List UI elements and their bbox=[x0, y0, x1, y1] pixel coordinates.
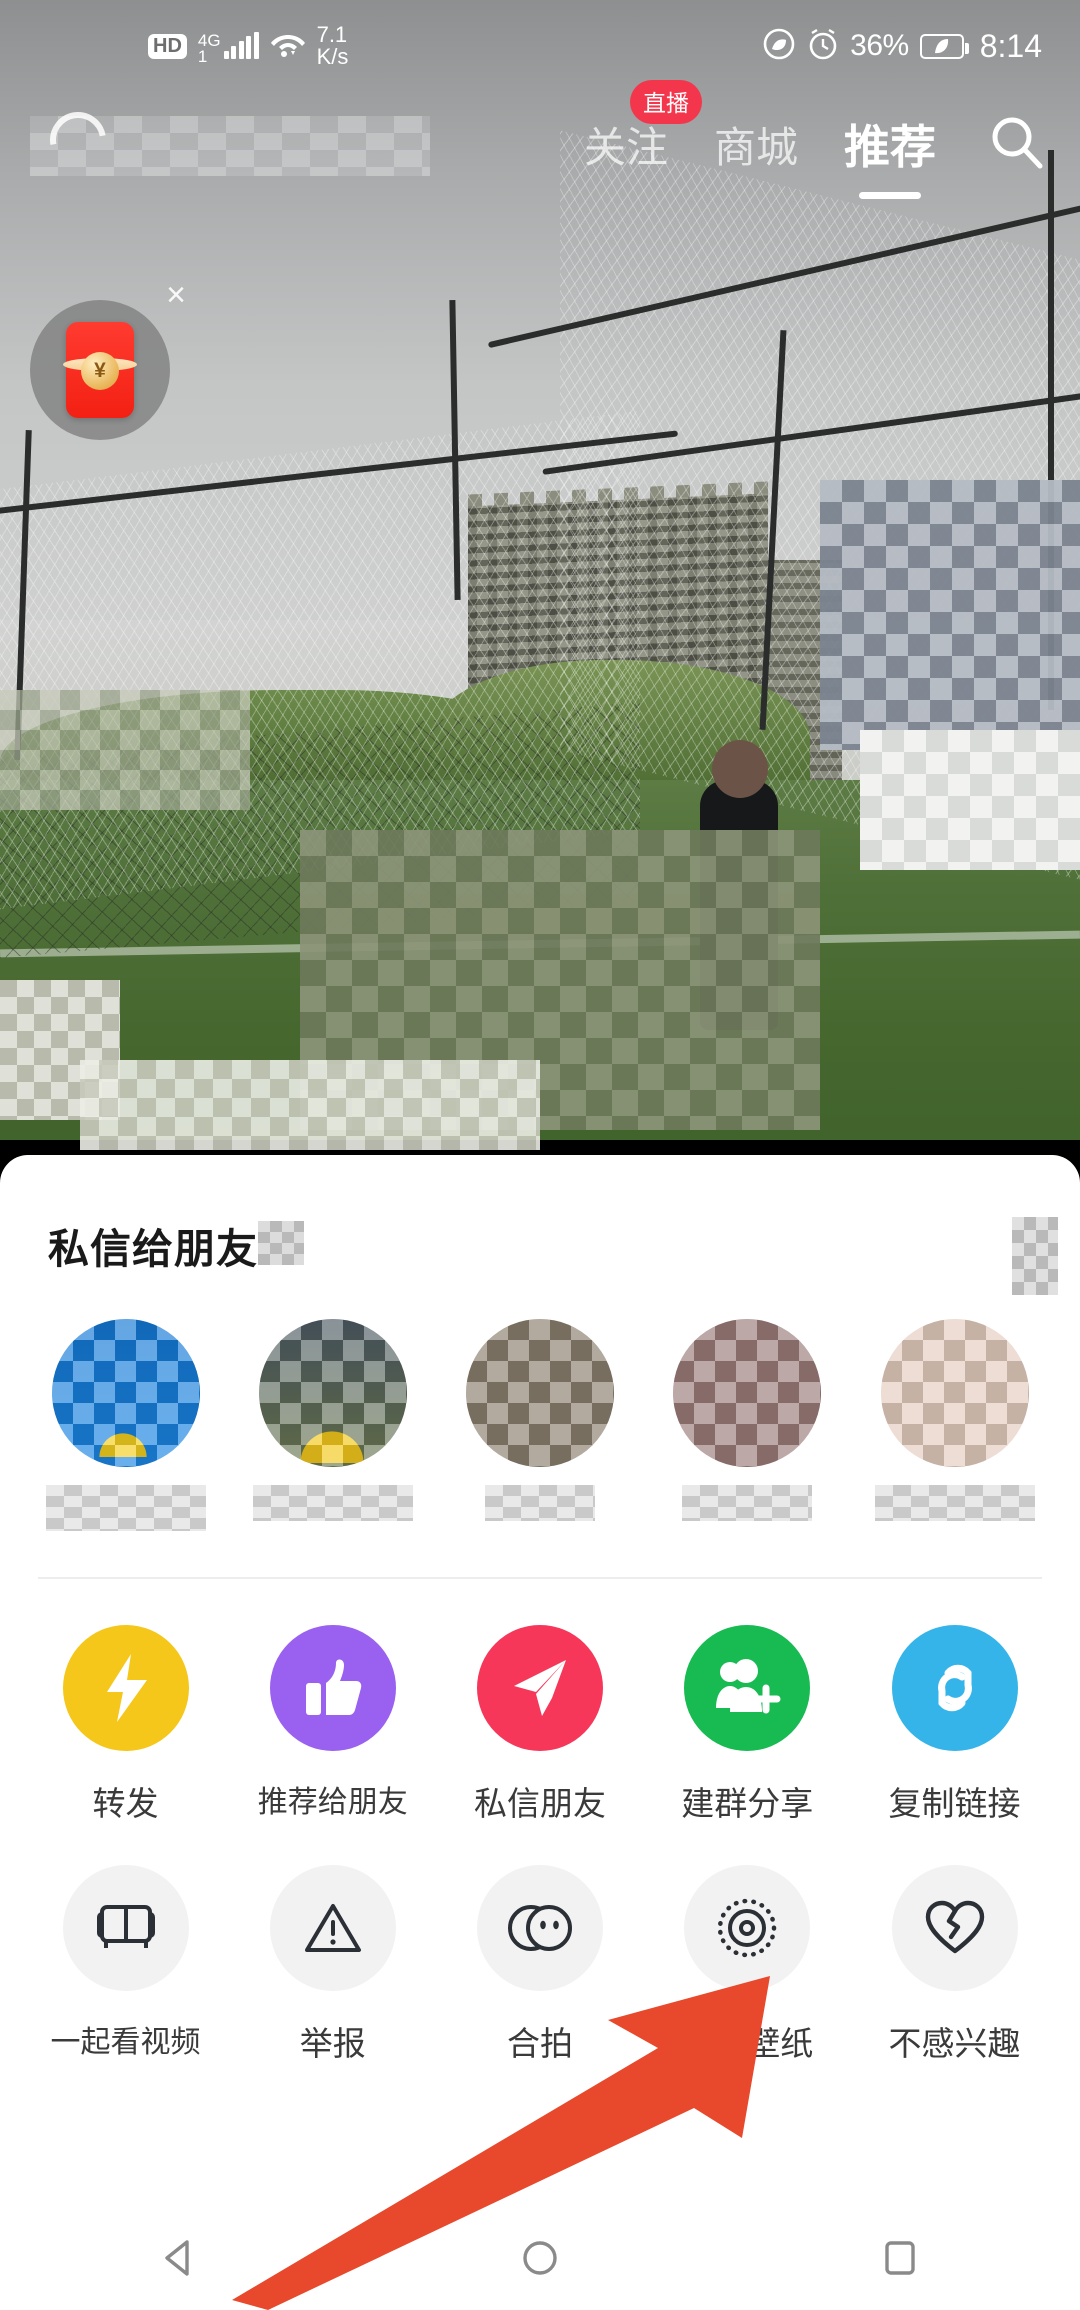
lightning-icon bbox=[62, 1625, 189, 1751]
avatar[interactable] bbox=[673, 1319, 822, 1467]
action-forward[interactable]: 转发 bbox=[38, 1625, 213, 1825]
action-label: 私信朋友 bbox=[474, 1785, 606, 1822]
thumbs-up-icon bbox=[269, 1625, 396, 1751]
warning-triangle-icon bbox=[269, 1865, 396, 1991]
friend-name-redacted bbox=[682, 1485, 813, 1521]
avatar[interactable] bbox=[258, 1319, 407, 1467]
paper-plane-icon bbox=[477, 1625, 603, 1751]
action-duet[interactable]: 合拍 bbox=[453, 1865, 628, 2065]
friend-name-redacted bbox=[874, 1485, 1035, 1521]
tab-mall[interactable]: 商城 bbox=[714, 114, 798, 175]
friend-item[interactable] bbox=[867, 1319, 1042, 1531]
signal-bars bbox=[223, 32, 259, 59]
eye-care-icon bbox=[762, 27, 796, 66]
action-label: 复制链接 bbox=[888, 1785, 1021, 1822]
action-recommend-to-friend[interactable]: 推荐给朋友 bbox=[245, 1625, 420, 1825]
mosaic-censor-block bbox=[0, 690, 250, 810]
action-label: 转发 bbox=[92, 1785, 159, 1822]
home-circle-icon[interactable] bbox=[516, 2234, 564, 2282]
action-label: 一起看视频 bbox=[50, 2026, 201, 2059]
tab-recommend-label: 推荐 bbox=[844, 121, 936, 173]
signal-label-bottom: 1 bbox=[197, 47, 208, 67]
avatar-mosaic bbox=[258, 1319, 407, 1467]
share-actions-row-1: 转发 推荐给朋友 私信朋友 建群分享 复制链接 bbox=[0, 1579, 1080, 1825]
friend-item[interactable] bbox=[245, 1319, 420, 1531]
action-not-interested[interactable]: 不感兴趣 bbox=[867, 1865, 1042, 2065]
mosaic-censor-block bbox=[820, 480, 1080, 750]
person-head bbox=[712, 740, 768, 798]
share-actions-row-2: 一起看视频 举报 合拍 动态壁纸 不感兴趣 bbox=[0, 1825, 1080, 2065]
back-triangle-icon[interactable] bbox=[156, 2234, 204, 2282]
link-icon bbox=[891, 1625, 1018, 1751]
search-icon[interactable] bbox=[988, 113, 1046, 176]
action-label: 不感兴趣 bbox=[888, 2025, 1021, 2062]
friends-list bbox=[0, 1275, 1080, 1531]
avatar-mosaic bbox=[880, 1319, 1029, 1467]
friend-name-redacted bbox=[45, 1485, 206, 1531]
hd-icon: HD bbox=[148, 33, 187, 59]
clock: 8:14 bbox=[979, 27, 1042, 64]
wifi-icon bbox=[270, 29, 306, 64]
sofa-icon bbox=[62, 1865, 189, 1991]
network-speed: 7.1 K/s bbox=[316, 21, 349, 69]
friend-item[interactable] bbox=[38, 1319, 213, 1531]
action-watch-together[interactable]: 一起看视频 bbox=[38, 1865, 213, 2065]
mosaic-censor-block bbox=[860, 730, 1080, 870]
share-sheet-title: 私信给朋友 bbox=[48, 1215, 304, 1275]
redacted-sheet-corner bbox=[1012, 1217, 1058, 1295]
alarm-icon bbox=[807, 27, 839, 66]
action-label: 建群分享 bbox=[681, 1785, 814, 1822]
top-navigation: 关注 直播 商城 推荐 bbox=[0, 79, 1080, 199]
signal-icon: 4G 1 bbox=[198, 32, 259, 65]
battery-percent: 36% bbox=[850, 29, 909, 62]
duet-faces-icon bbox=[477, 1865, 603, 1991]
red-packet-widget[interactable]: ¥ × bbox=[30, 278, 186, 440]
action-label: 合拍 bbox=[507, 2025, 573, 2062]
android-navigation-bar bbox=[0, 2206, 1080, 2310]
tab-recommend[interactable]: 推荐 bbox=[844, 111, 936, 199]
avatar-mosaic bbox=[51, 1319, 200, 1467]
status-bar: HD 4G 1 7.1 K/s 36% 8:14 bbox=[0, 0, 1080, 92]
coin-icon: ¥ bbox=[81, 352, 119, 390]
tab-follow[interactable]: 关注 直播 bbox=[583, 79, 702, 175]
red-envelope-icon: ¥ bbox=[63, 322, 137, 418]
action-live-wallpaper[interactable]: 动态壁纸 bbox=[660, 1865, 835, 2065]
friend-name-redacted bbox=[252, 1485, 413, 1521]
action-label: 举报 bbox=[299, 2025, 366, 2062]
close-icon[interactable]: × bbox=[166, 278, 186, 312]
action-private-message[interactable]: 私信朋友 bbox=[453, 1625, 628, 1825]
friend-name-redacted bbox=[485, 1485, 595, 1521]
friend-item[interactable] bbox=[660, 1319, 835, 1531]
tab-follow-label: 关注 bbox=[583, 123, 668, 171]
avatar-mosaic bbox=[673, 1319, 822, 1467]
battery-icon bbox=[919, 33, 969, 59]
avatar[interactable] bbox=[51, 1319, 200, 1467]
live-wallpaper-icon bbox=[684, 1865, 811, 1991]
action-copy-link[interactable]: 复制链接 bbox=[867, 1625, 1042, 1825]
action-create-group-share[interactable]: 建群分享 bbox=[660, 1625, 835, 1825]
share-sheet: 私信给朋友 转发 推荐给朋友 私信朋友 建群分享 复制链接 一起看视频 举报 合… bbox=[0, 1155, 1080, 2310]
live-badge: 直播 bbox=[629, 79, 702, 124]
recents-square-icon[interactable] bbox=[876, 2234, 924, 2282]
action-report[interactable]: 举报 bbox=[245, 1865, 420, 2065]
active-tab-underline bbox=[859, 192, 921, 199]
redacted-title-suffix bbox=[258, 1221, 304, 1265]
add-person-icon bbox=[684, 1625, 811, 1751]
action-label: 推荐给朋友 bbox=[257, 1786, 408, 1819]
action-label: 动态壁纸 bbox=[681, 2025, 814, 2062]
red-packet-button[interactable]: ¥ bbox=[30, 300, 170, 440]
avatar-mosaic bbox=[466, 1319, 614, 1467]
mosaic-censor-block bbox=[80, 1060, 540, 1150]
avatar[interactable] bbox=[466, 1319, 614, 1467]
friend-item[interactable] bbox=[453, 1319, 628, 1531]
broken-heart-icon bbox=[891, 1865, 1018, 1991]
tab-mall-label: 商城 bbox=[713, 123, 798, 171]
avatar[interactable] bbox=[880, 1319, 1029, 1467]
